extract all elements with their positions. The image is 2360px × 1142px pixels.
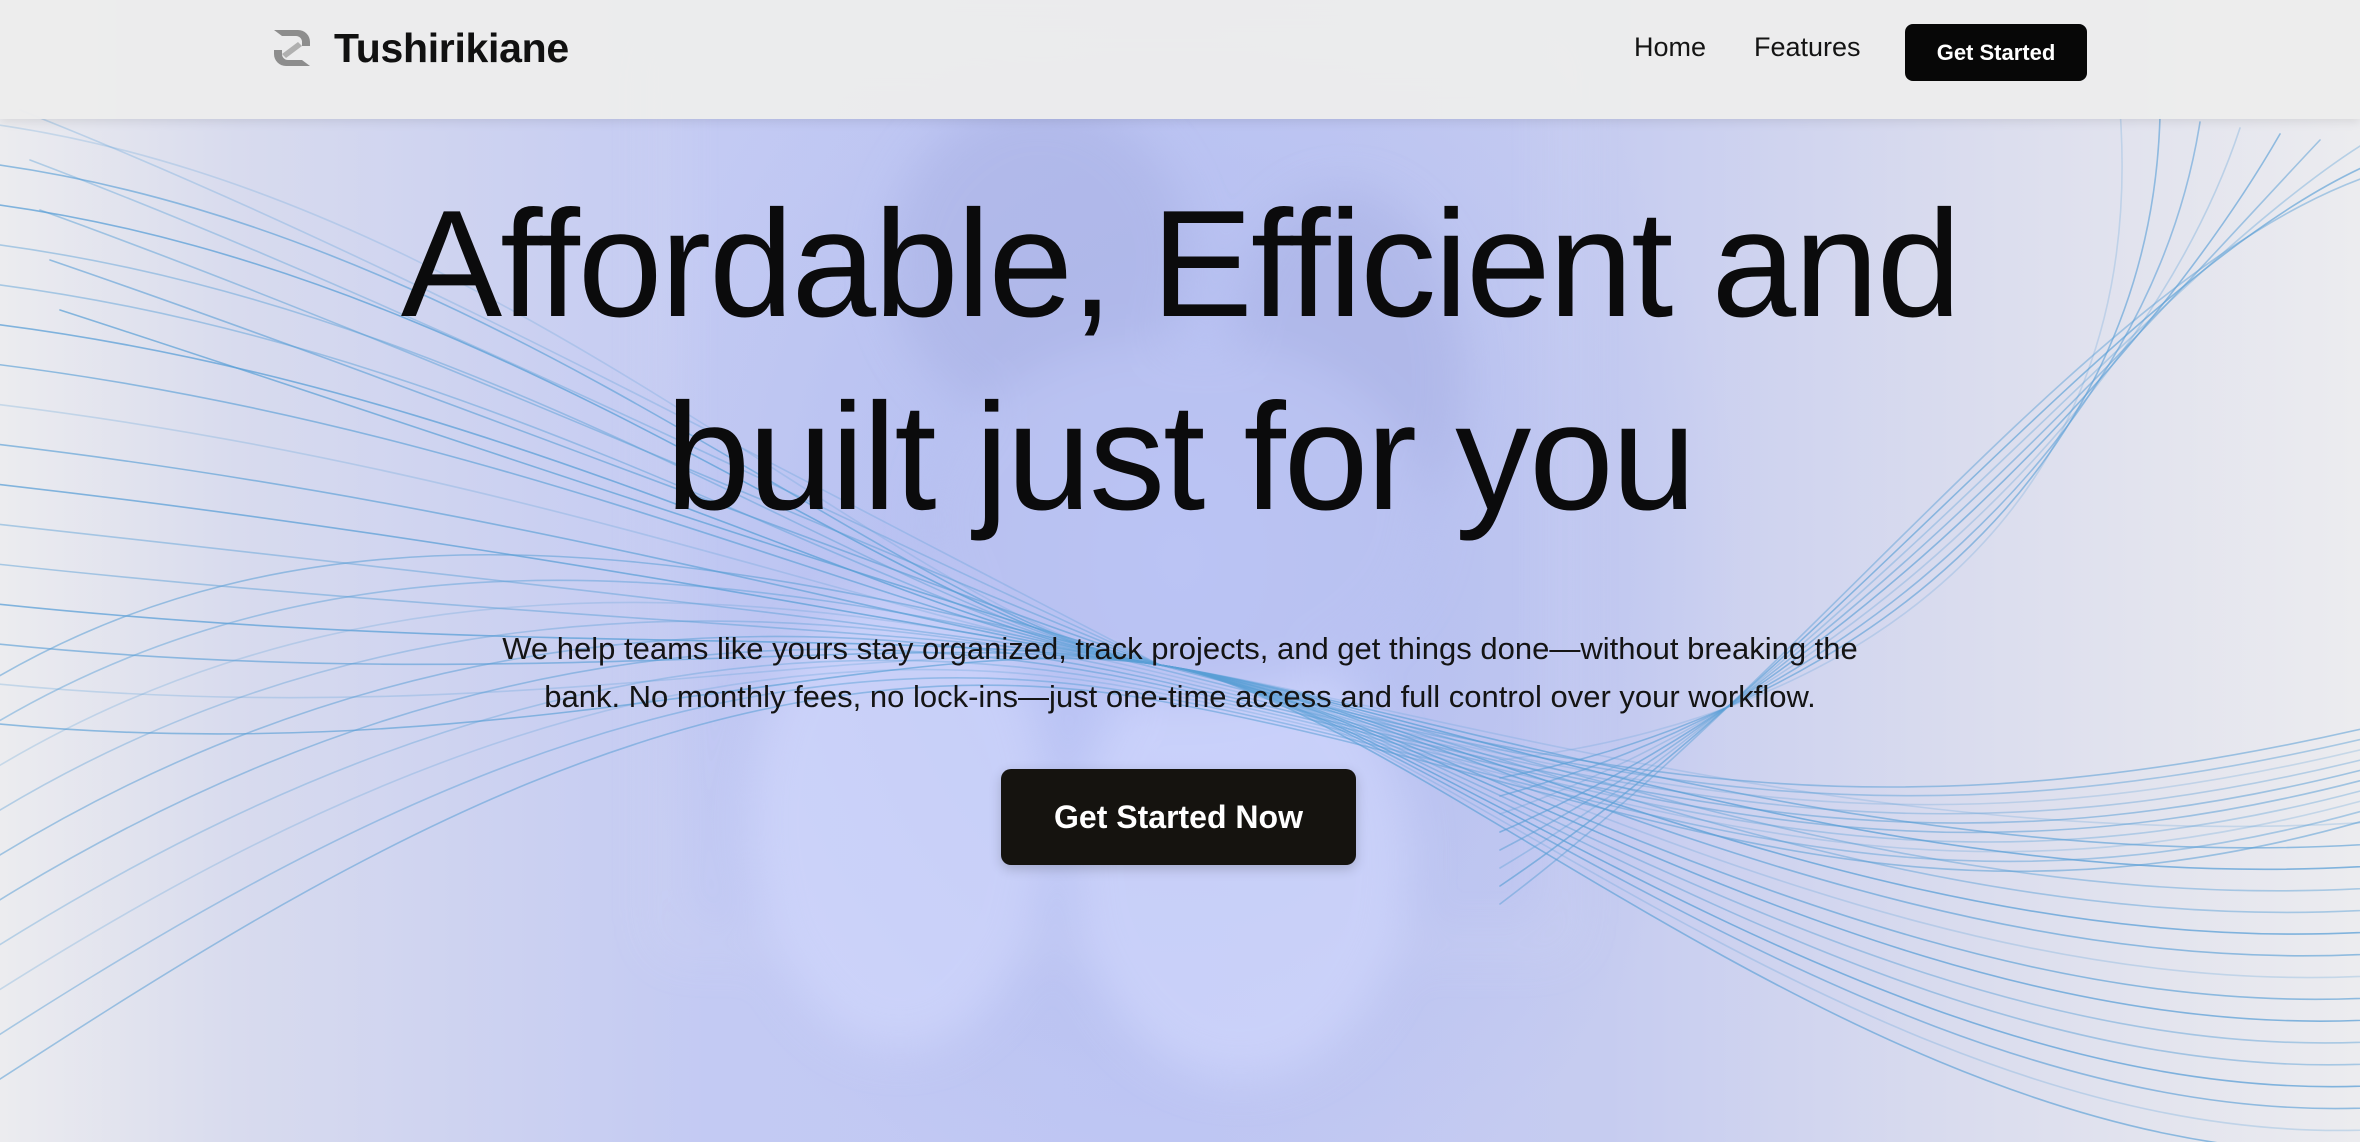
get-started-button[interactable]: Get Started — [1905, 24, 2087, 81]
top-navbar: Tushirikiane Home Features Get Started — [0, 0, 2360, 119]
nav-link-features[interactable]: Features — [1754, 32, 1861, 63]
wave-line — [0, 677, 2360, 1036]
hero-subtext-line-1: We help teams like yours stay organized,… — [502, 631, 1858, 666]
wave-line — [0, 684, 2360, 1081]
hero-subtext: We help teams like yours stay organized,… — [440, 625, 1920, 721]
hero-subtext-line-2: bank. No monthly fees, no lock-ins—just … — [544, 679, 1816, 714]
wave-line — [0, 655, 2360, 1132]
get-started-now-button[interactable]: Get Started Now — [1001, 769, 1356, 865]
tushirikiane-logo-icon — [274, 30, 310, 66]
hero-headline-line-1: Affordable, Efficient and — [400, 179, 1961, 349]
brand-name: Tushirikiane — [334, 24, 569, 71]
nav-link-home[interactable]: Home — [1634, 32, 1706, 63]
wave-line — [0, 483, 2360, 1022]
hero-headline: Affordable, Efficient and built just for… — [280, 168, 2080, 554]
brand[interactable]: Tushirikiane — [268, 22, 569, 74]
hero-headline-line-2: built just for you — [665, 372, 1697, 542]
